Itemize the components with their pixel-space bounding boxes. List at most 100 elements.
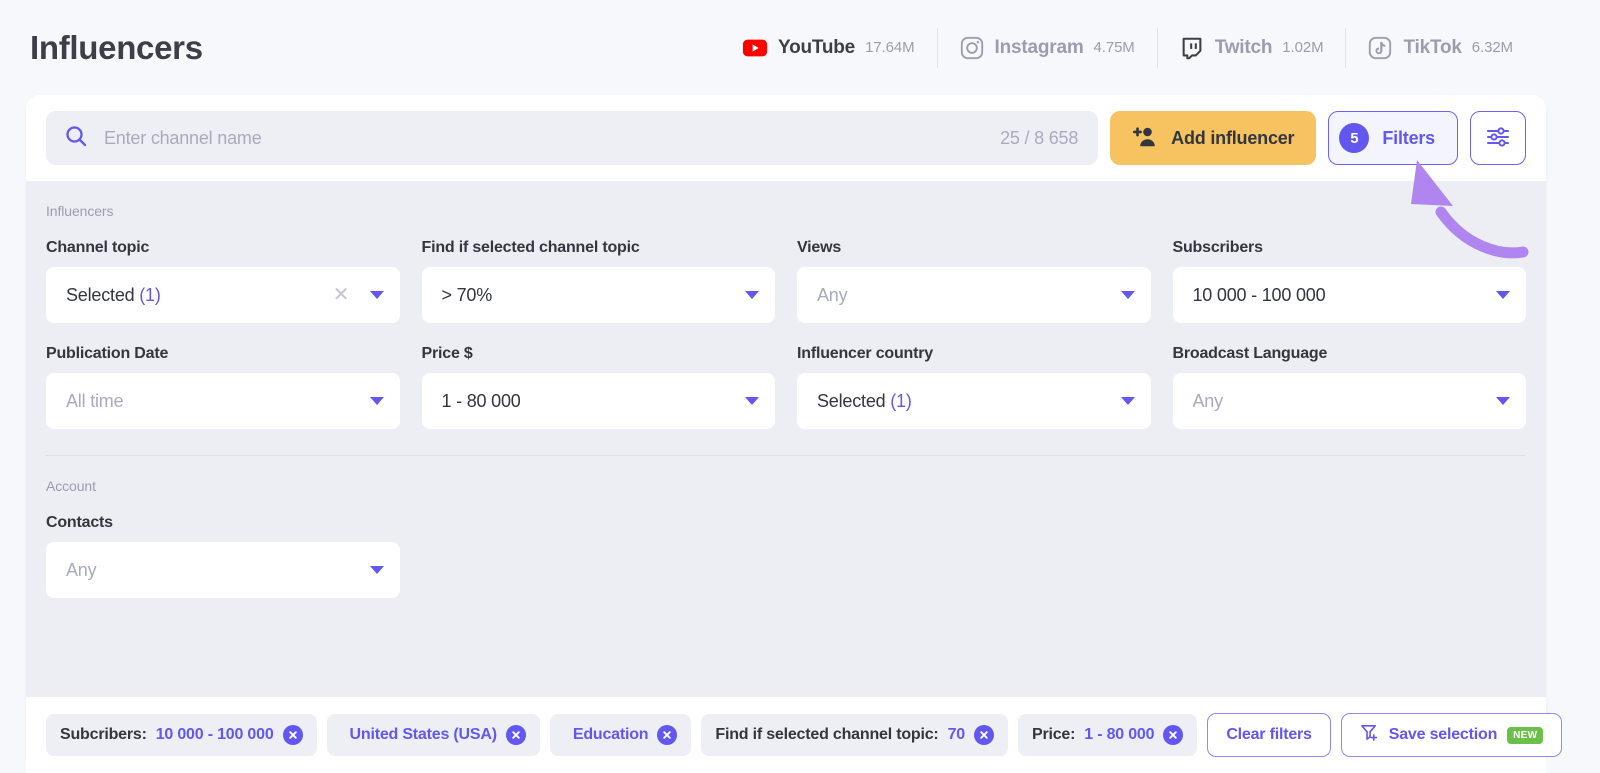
clear-filters-label: Clear filters (1226, 726, 1311, 744)
select-value: Any (1193, 391, 1497, 412)
field-price: Price $ 1 - 80 000 (422, 345, 776, 429)
views-select[interactable]: Any (797, 267, 1151, 323)
chevron-down-icon (1496, 397, 1510, 405)
publication-date-select[interactable]: All time (46, 373, 400, 429)
tiktok-icon (1367, 35, 1393, 61)
add-person-icon (1132, 125, 1158, 152)
select-value: Selected (1) (66, 285, 333, 306)
save-selection-label: Save selection (1389, 726, 1497, 744)
select-value: 10 000 - 100 000 (1193, 285, 1497, 306)
field-label: Subscribers (1173, 239, 1527, 257)
filters-count-badge: 5 (1339, 123, 1369, 153)
chip-label: Price: (1032, 726, 1075, 744)
chip-value: 70 (948, 726, 965, 744)
social-name: TikTok (1403, 37, 1461, 59)
select-value: 1 - 80 000 (442, 391, 746, 412)
select-value: > 70% (442, 285, 746, 306)
field-publication-date: Publication Date All time (46, 345, 400, 429)
search-toolbar: 25 / 8 658 Add influencer 5 Filters (26, 95, 1546, 181)
field-label: Price $ (422, 345, 776, 363)
add-influencer-button[interactable]: Add influencer (1110, 111, 1316, 165)
select-value: Any (66, 560, 370, 581)
field-views: Views Any (797, 239, 1151, 323)
social-stats-bar: YouTube 17.64M Instagram 4.75M Twitch 1.… (720, 0, 1535, 95)
social-stat-tiktok[interactable]: TikTok 6.32M (1345, 26, 1534, 70)
filters-grid: Channel topic Selected (1) ✕ Find if sel… (46, 239, 1526, 451)
group-label-account: Account (46, 478, 1526, 494)
chip-value: United States (USA) (350, 726, 497, 744)
remove-chip-icon[interactable] (1163, 725, 1183, 745)
new-badge: NEW (1507, 727, 1543, 744)
chip-value: Education (573, 726, 649, 744)
search-box[interactable]: 25 / 8 658 (46, 111, 1098, 165)
social-name: YouTube (778, 37, 855, 59)
field-contacts: Contacts Any (46, 514, 400, 598)
active-filters-bar: Subcribers: 10 000 - 100 000 United Stat… (26, 697, 1546, 773)
funnel-plus-icon (1360, 723, 1379, 747)
select-value: Selected (1) (817, 391, 1121, 412)
field-label: Views (797, 239, 1151, 257)
clear-channel-topic-icon[interactable]: ✕ (333, 285, 350, 305)
filter-chip: United States (USA) (327, 714, 540, 756)
chip-label: Find if selected channel topic: (715, 726, 938, 744)
add-influencer-label: Add influencer (1171, 128, 1294, 149)
chevron-down-icon (370, 397, 384, 405)
field-label: Channel topic (46, 239, 400, 257)
chevron-down-icon (370, 566, 384, 574)
chip-value: 1 - 80 000 (1084, 726, 1154, 744)
chevron-down-icon (370, 291, 384, 299)
youtube-icon (742, 35, 768, 61)
field-channel-topic: Channel topic Selected (1) ✕ (46, 239, 400, 323)
social-count: 6.32M (1472, 39, 1513, 56)
select-value: Any (817, 285, 1121, 306)
chevron-down-icon (1496, 291, 1510, 299)
field-label: Publication Date (46, 345, 400, 363)
social-count: 4.75M (1094, 39, 1135, 56)
chevron-down-icon (745, 291, 759, 299)
chip-label: Subcribers: (60, 726, 147, 744)
filters-label: Filters (1382, 128, 1435, 149)
search-icon (64, 124, 88, 153)
social-stat-instagram[interactable]: Instagram 4.75M (937, 26, 1157, 70)
field-label: Influencer country (797, 345, 1151, 363)
group-label-influencers: Influencers (46, 203, 1526, 219)
page-header: Influencers YouTube 17.64M Instagram 4.7… (0, 0, 1600, 95)
remove-chip-icon[interactable] (657, 725, 677, 745)
field-find-if-selected-channel-topic: Find if selected channel topic > 70% (422, 239, 776, 323)
remove-chip-icon[interactable] (506, 725, 526, 745)
remove-chip-icon[interactable] (974, 725, 994, 745)
instagram-icon (959, 35, 985, 61)
chevron-down-icon (1121, 291, 1135, 299)
chevron-down-icon (745, 397, 759, 405)
remove-chip-icon[interactable] (283, 725, 303, 745)
search-result-count: 25 / 8 658 (1000, 128, 1078, 149)
broadcast-language-select[interactable]: Any (1173, 373, 1527, 429)
filter-chip: Find if selected channel topic: 70 (701, 714, 1008, 756)
find-if-selected-channel-topic-select[interactable]: > 70% (422, 267, 776, 323)
save-selection-button[interactable]: Save selection NEW (1341, 713, 1563, 757)
field-broadcast-language: Broadcast Language Any (1173, 345, 1527, 429)
filter-chip: Education (550, 714, 692, 756)
page-title: Influencers (30, 29, 203, 67)
social-stat-youtube[interactable]: YouTube 17.64M (720, 26, 937, 70)
twitch-icon (1179, 35, 1205, 61)
social-count: 1.02M (1282, 39, 1323, 56)
subscribers-select[interactable]: 10 000 - 100 000 (1173, 267, 1527, 323)
influencer-country-select[interactable]: Selected (1) (797, 373, 1151, 429)
settings-sliders-button[interactable] (1470, 111, 1526, 165)
field-influencer-country: Influencer country Selected (1) (797, 345, 1151, 429)
field-label: Find if selected channel topic (422, 239, 776, 257)
field-label: Contacts (46, 514, 400, 532)
chip-value: 10 000 - 100 000 (156, 726, 274, 744)
filters-button[interactable]: 5 Filters (1328, 111, 1458, 165)
price-select[interactable]: 1 - 80 000 (422, 373, 776, 429)
channel-topic-select[interactable]: Selected (1) ✕ (46, 267, 400, 323)
clear-filters-button[interactable]: Clear filters (1207, 713, 1330, 757)
contacts-select[interactable]: Any (46, 542, 400, 598)
social-name: Instagram (995, 37, 1084, 59)
field-subscribers: Subscribers 10 000 - 100 000 (1173, 239, 1527, 323)
search-input[interactable] (88, 128, 1000, 149)
select-value: All time (66, 391, 370, 412)
social-count: 17.64M (865, 39, 914, 56)
social-stat-twitch[interactable]: Twitch 1.02M (1157, 26, 1346, 70)
